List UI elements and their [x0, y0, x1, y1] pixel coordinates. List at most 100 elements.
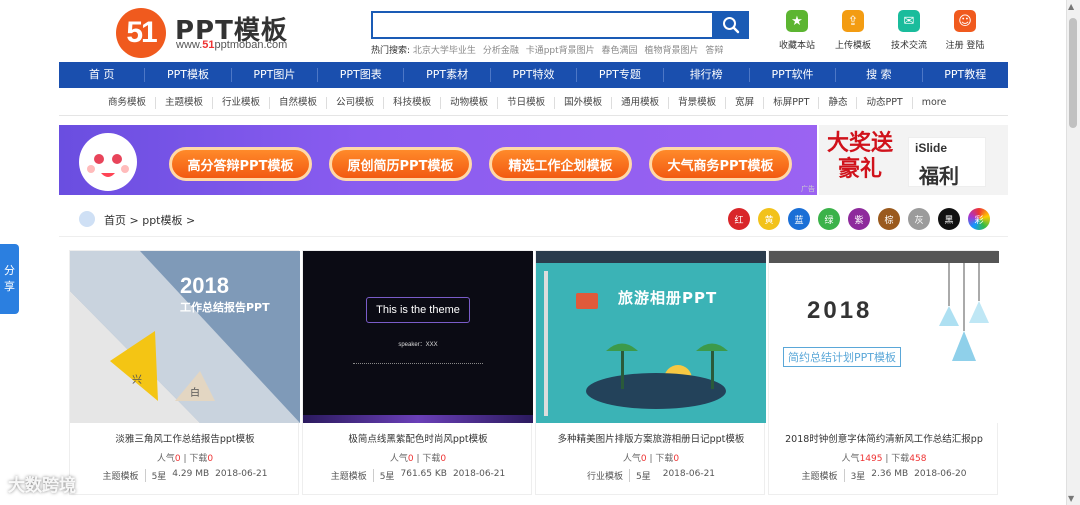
search-input[interactable]: [371, 11, 714, 39]
template-thumbnail[interactable]: 2018 工作总结报告PPT 兴 白: [70, 251, 300, 423]
color-filter-green[interactable]: 绿: [818, 208, 840, 230]
nav-ppt-topics[interactable]: PPT专题: [577, 68, 664, 82]
top-toolbar: ★ 收藏本站 ⇪ 上传模板 ✉ 技术交流 ☺ 注册 登陆: [778, 10, 984, 51]
color-filter-gray[interactable]: 灰: [908, 208, 930, 230]
color-filter-black[interactable]: 黑: [938, 208, 960, 230]
template-card[interactable]: 2018 简约总结计划PPT模板 2018时钟创意字体简约清新风工作总结汇报pp…: [768, 250, 999, 495]
islide-ad-banner[interactable]: 大奖送豪礼 iSlide 福利: [819, 125, 1008, 195]
template-card[interactable]: 2018 工作总结报告PPT 兴 白 淡雅三角风工作总结报告ppt模板 人气0 …: [69, 250, 300, 495]
divider: [59, 236, 1008, 237]
subnav-item[interactable]: 静态: [819, 96, 858, 109]
hot-keyword[interactable]: 北京大学毕业生: [413, 46, 476, 56]
promo-banner[interactable]: 高分答辩PPT模板 原创简历PPT模板 精选工作企划模板 大气商务PPT模板 广…: [59, 125, 817, 195]
thumb-char: 兴: [132, 375, 142, 386]
template-thumbnail[interactable]: This is the theme speaker：XXX: [303, 251, 533, 423]
user-icon: ☺: [954, 10, 976, 32]
hot-keyword[interactable]: 分析金融: [483, 46, 519, 56]
color-filter-bar: 红 黄 蓝 绿 紫 棕 灰 黑 彩: [728, 208, 990, 230]
template-category[interactable]: 行业模板: [587, 469, 630, 482]
template-title[interactable]: 多种精美图片排版方案旅游相册日记ppt模板: [536, 431, 766, 445]
scroll-up-arrow[interactable]: ▲: [1068, 2, 1074, 11]
nav-ppt-templates[interactable]: PPT模板: [145, 68, 232, 82]
template-stats: 人气0 | 下载0: [622, 454, 680, 464]
register-login-button[interactable]: ☺ 注册 登陆: [946, 10, 984, 51]
share-tab[interactable]: 分 享: [0, 244, 19, 314]
template-meta: 主题模板 5星 761.65 KB 2018-06-21: [330, 469, 506, 482]
subnav-item[interactable]: 国外模板: [555, 96, 613, 109]
hot-search-label: 热门搜索:: [371, 46, 411, 56]
nav-home[interactable]: 首 页: [59, 68, 146, 82]
nav-ppt-effects[interactable]: PPT特效: [491, 68, 578, 82]
search-button[interactable]: [713, 11, 749, 39]
home-icon: [79, 211, 95, 227]
subnav-item[interactable]: 科技模板: [384, 96, 442, 109]
template-title[interactable]: 2018时钟创意字体简约清新风工作总结汇报pp: [769, 431, 999, 445]
template-card[interactable]: This is the theme speaker：XXX 极简点线黑紫配色时尚…: [302, 250, 533, 495]
breadcrumb-home[interactable]: 首页: [104, 214, 126, 227]
template-meta: 行业模板 5星 2018-06-21: [586, 469, 716, 482]
color-filter-multicolor[interactable]: 彩: [968, 208, 990, 230]
subnav-more[interactable]: more: [913, 97, 956, 109]
nav-ppt-tutorials[interactable]: PPT教程: [923, 68, 1008, 82]
scroll-down-arrow[interactable]: ▼: [1068, 494, 1074, 503]
subnav-item[interactable]: 公司模板: [327, 96, 385, 109]
chat-icon: ✉: [898, 10, 920, 32]
nav-ppt-software[interactable]: PPT软件: [750, 68, 837, 82]
thumb-subtitle: speaker：XXX: [398, 342, 438, 348]
template-category[interactable]: 主题模板: [331, 469, 374, 482]
upload-template-button[interactable]: ⇪ 上传模板: [834, 10, 872, 51]
breadcrumb-current[interactable]: ppt模板: [142, 214, 182, 227]
subnav-item[interactable]: 动物模板: [441, 96, 499, 109]
nav-ranking[interactable]: 排行榜: [664, 68, 750, 82]
subnav-item[interactable]: 通用模板: [612, 96, 670, 109]
site-logo-mark[interactable]: 51: [116, 8, 166, 58]
subnav-item[interactable]: 商务模板: [99, 96, 157, 109]
subnav-item[interactable]: 动态PPT: [857, 96, 913, 109]
bookmark-site-button[interactable]: ★ 收藏本站: [778, 10, 816, 51]
thumb-char: 白: [190, 388, 200, 399]
scrollbar-thumb[interactable]: [1069, 18, 1077, 128]
mascot-illustration: [79, 133, 137, 191]
nav-ppt-charts[interactable]: PPT图表: [318, 68, 405, 82]
upload-icon: ⇪: [842, 10, 864, 32]
nav-ppt-assets[interactable]: PPT素材: [404, 68, 491, 82]
breadcrumb: 首页 > ppt模板 >: [104, 214, 196, 227]
hot-keyword[interactable]: 植物背景图片: [644, 46, 698, 56]
color-filter-blue[interactable]: 蓝: [788, 208, 810, 230]
color-filter-yellow[interactable]: 黄: [758, 208, 780, 230]
star-icon: ★: [786, 10, 808, 32]
template-thumbnail[interactable]: 旅游相册PPT: [536, 251, 766, 423]
template-thumbnail[interactable]: 2018 简约总结计划PPT模板: [769, 251, 999, 423]
template-category[interactable]: 主题模板: [103, 469, 146, 482]
prize-text: 大奖送豪礼: [826, 131, 893, 182]
template-card[interactable]: 旅游相册PPT 多种精美图片排版方案旅游相册日记ppt模板 人气0 | 下载0 …: [535, 250, 766, 495]
template-stats: 人气1495 | 下载458: [841, 454, 927, 464]
template-title[interactable]: 极简点线黑紫配色时尚风ppt模板: [303, 431, 533, 445]
template-meta: 主题模板 5星 4.29 MB 2018-06-21: [102, 469, 268, 482]
color-filter-brown[interactable]: 棕: [878, 208, 900, 230]
banner-button-business-template[interactable]: 大气商务PPT模板: [649, 147, 792, 181]
template-title[interactable]: 淡雅三角风工作总结报告ppt模板: [70, 431, 300, 445]
subnav-item[interactable]: 背景模板: [669, 96, 727, 109]
subnav-item[interactable]: 行业模板: [213, 96, 271, 109]
nav-ppt-images[interactable]: PPT图片: [232, 68, 319, 82]
banner-button-planning-template[interactable]: 精选工作企划模板: [489, 147, 632, 181]
subnav-item[interactable]: 标屏PPT: [764, 96, 820, 109]
subnav-item[interactable]: 主题模板: [156, 96, 214, 109]
color-filter-red[interactable]: 红: [728, 208, 750, 230]
subnav-item[interactable]: 节日模板: [498, 96, 556, 109]
nav-search[interactable]: 搜 索: [836, 68, 923, 82]
template-meta: 主题模板 3星 2.36 MB 2018-06-20: [801, 469, 967, 482]
hot-keyword[interactable]: 答辩: [705, 46, 723, 56]
banner-button-resume-template[interactable]: 原创简历PPT模板: [329, 147, 472, 181]
subnav-item[interactable]: 自然模板: [270, 96, 328, 109]
hot-keyword[interactable]: 卡通ppt背景图片: [526, 46, 595, 56]
ad-tag: 广告: [801, 185, 815, 193]
template-category[interactable]: 主题模板: [802, 469, 845, 482]
tech-forum-button[interactable]: ✉ 技术交流: [890, 10, 928, 51]
islide-logo: iSlide: [915, 141, 948, 155]
color-filter-purple[interactable]: 紫: [848, 208, 870, 230]
banner-button-defense-template[interactable]: 高分答辩PPT模板: [169, 147, 312, 181]
subnav-item[interactable]: 宽屏: [726, 96, 765, 109]
hot-keyword[interactable]: 春色满园: [602, 46, 638, 56]
